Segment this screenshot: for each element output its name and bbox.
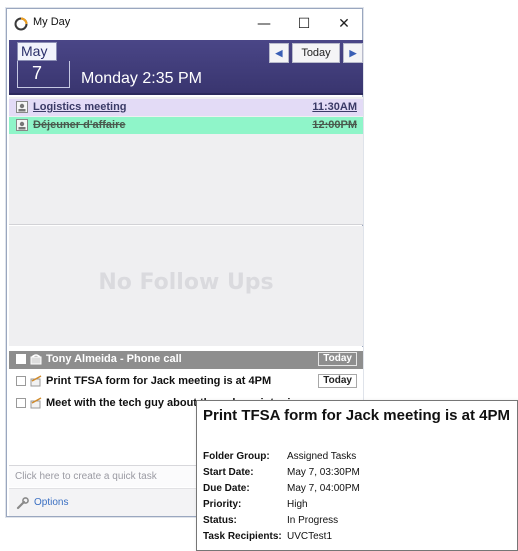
tooltip-value: May 7, 04:00PM bbox=[287, 483, 360, 494]
tooltip-key: Start Date: bbox=[203, 467, 254, 478]
previous-day-button[interactable]: ◀ bbox=[269, 43, 289, 63]
task-item[interactable]: Tony Almeida - Phone call Today bbox=[9, 351, 363, 369]
appointment-subject: Logistics meeting bbox=[33, 101, 127, 113]
followups-pane: No Follow Ups bbox=[9, 226, 363, 346]
tooltip-value: Assigned Tasks bbox=[287, 451, 357, 462]
app-icon bbox=[14, 17, 28, 31]
tooltip-value: UVCTest1 bbox=[287, 531, 333, 542]
close-button[interactable]: ✕ bbox=[324, 9, 364, 39]
maximize-button[interactable]: ☐ bbox=[284, 9, 324, 39]
tooltip-row-task-recipients: Task Recipients: UVCTest1 bbox=[203, 531, 332, 542]
appointment-time: 12:00PM bbox=[312, 119, 357, 131]
wrench-icon bbox=[16, 497, 29, 510]
tooltip-row-start-date: Start Date: May 7, 03:30PM bbox=[203, 467, 360, 478]
tooltip-row-status: Status: In Progress bbox=[203, 515, 338, 526]
tooltip-row-priority: Priority: High bbox=[203, 499, 308, 510]
tooltip-value: May 7, 03:30PM bbox=[287, 467, 360, 478]
tooltip-row-due-date: Due Date: May 7, 04:00PM bbox=[203, 483, 360, 494]
chevron-left-icon: ◀ bbox=[275, 47, 283, 58]
task-flag-icon bbox=[30, 397, 42, 409]
options-link[interactable]: Options bbox=[34, 497, 68, 508]
day-number: 7 bbox=[17, 61, 70, 88]
appointment-icon bbox=[16, 101, 28, 113]
tooltip-title: Print TFSA form for Jack meeting is at 4… bbox=[203, 407, 511, 424]
appointment-subject: Déjeuner d'affaire bbox=[33, 119, 126, 131]
appointment-icon bbox=[16, 119, 28, 131]
task-flag-icon bbox=[30, 375, 42, 387]
next-day-button[interactable]: ▶ bbox=[343, 43, 363, 63]
date-time-label: Monday 2:35 PM bbox=[81, 70, 202, 87]
phone-task-icon bbox=[30, 354, 42, 365]
appointment-item[interactable]: Déjeuner d'affaire 12:00PM bbox=[9, 117, 363, 134]
task-checkbox[interactable] bbox=[16, 354, 26, 364]
appointments-list: Logistics meeting 11:30AM Déjeuner d'aff… bbox=[9, 97, 363, 225]
window-title: My Day bbox=[33, 16, 71, 28]
task-tooltip: Print TFSA form for Jack meeting is at 4… bbox=[196, 400, 518, 551]
tooltip-key: Folder Group: bbox=[203, 451, 270, 462]
tooltip-value: In Progress bbox=[287, 515, 339, 526]
task-checkbox[interactable] bbox=[16, 398, 26, 408]
task-due-badge: Today bbox=[318, 352, 357, 366]
title-bar: My Day — ☐ ✕ bbox=[7, 9, 362, 39]
tooltip-key: Task Recipients: bbox=[203, 531, 282, 542]
appointment-time: 11:30AM bbox=[312, 101, 357, 113]
task-subject: Tony Almeida - Phone call bbox=[46, 353, 182, 365]
task-subject: Print TFSA form for Jack meeting is at 4… bbox=[46, 375, 272, 387]
month-label: May bbox=[17, 42, 57, 61]
task-item[interactable]: Print TFSA form for Jack meeting is at 4… bbox=[9, 373, 363, 391]
tooltip-key: Status: bbox=[203, 515, 237, 526]
task-checkbox[interactable] bbox=[16, 376, 26, 386]
today-button[interactable]: Today bbox=[292, 43, 340, 63]
tooltip-value: High bbox=[287, 499, 308, 510]
tooltip-key: Priority: bbox=[203, 499, 242, 510]
appointment-item[interactable]: Logistics meeting 11:30AM bbox=[9, 99, 363, 116]
task-due-badge: Today bbox=[318, 374, 357, 388]
chevron-right-icon: ▶ bbox=[349, 47, 357, 58]
date-header: May 7 Monday 2:35 PM ◀ Today ▶ bbox=[9, 40, 363, 95]
tooltip-key: Due Date: bbox=[203, 483, 250, 494]
tooltip-row-folder-group: Folder Group: Assigned Tasks bbox=[203, 451, 356, 462]
no-followups-text: No Follow Ups bbox=[98, 270, 274, 295]
minimize-button[interactable]: — bbox=[244, 9, 284, 39]
